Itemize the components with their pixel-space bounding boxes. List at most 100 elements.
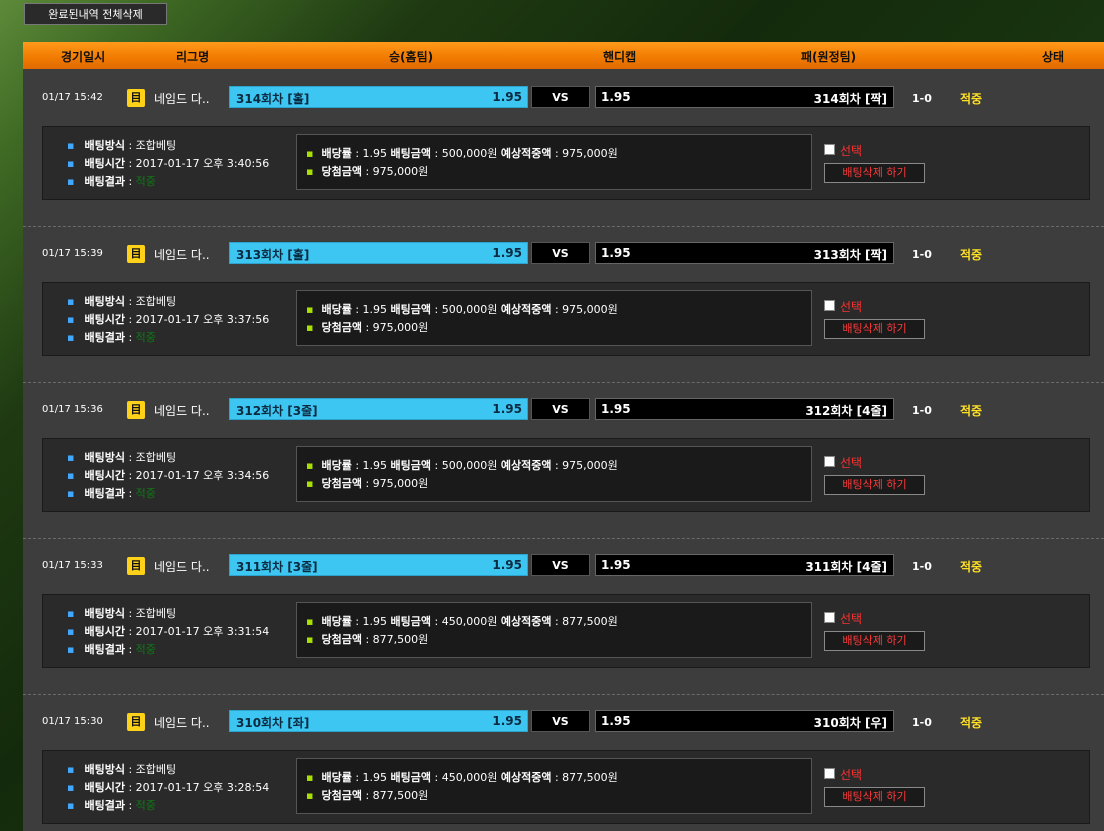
league-icon: 目: [127, 401, 145, 419]
delete-bet-button[interactable]: 배팅삭제 하기: [824, 475, 925, 495]
vs-label: VS: [531, 86, 590, 108]
match-score: 1-0: [912, 248, 932, 261]
match-line: 01/17 15:42 目 네임드 다.. 314회차 [홀] 1.95 VS …: [23, 70, 1104, 126]
match-time: 01/17 15:42: [42, 92, 103, 103]
match-time: 01/17 15:36: [42, 404, 103, 415]
bet-amount: 500,000원: [441, 459, 498, 472]
away-team-button[interactable]: 1.95 310회차 [우]: [595, 710, 894, 732]
select-label: 선택: [840, 768, 863, 782]
bet-result: 적중: [135, 487, 156, 500]
bet-method: 조합베팅: [135, 607, 177, 620]
home-odds: 1.95: [492, 714, 522, 728]
bet-amount: 450,000원: [441, 615, 498, 628]
status-badge: 적중: [960, 92, 983, 106]
away-odds: 1.95: [601, 402, 631, 416]
away-team-button[interactable]: 1.95 313회차 [짝]: [595, 242, 894, 264]
away-team-button[interactable]: 1.95 311회차 [4줄]: [595, 554, 894, 576]
delete-bet-button[interactable]: 배팅삭제 하기: [824, 631, 925, 651]
away-odds: 1.95: [601, 558, 631, 572]
bet-row: 01/17 15:42 目 네임드 다.. 314회차 [홀] 1.95 VS …: [23, 70, 1104, 227]
bet-time: 2017-01-17 오후 3:28:54: [135, 781, 270, 794]
select-label: 선택: [840, 456, 863, 470]
bet-detail: ▪ 배팅방식 : 조합베팅 ▪ 배팅시간 : 2017-01-17 오후 3:37:…: [42, 282, 1090, 356]
status-badge: 적중: [960, 560, 983, 574]
home-team-name: 311회차 [3줄]: [236, 560, 318, 574]
delete-bet-button[interactable]: 배팅삭제 하기: [824, 319, 925, 339]
bet-result: 적중: [135, 331, 156, 344]
select-checkbox[interactable]: [824, 612, 835, 623]
select-checkbox[interactable]: [824, 300, 835, 311]
home-team-button[interactable]: 314회차 [홀] 1.95: [229, 86, 528, 108]
league-name: 네임드 다..: [154, 716, 210, 730]
status-badge: 적중: [960, 248, 983, 262]
bet-amount: 450,000원: [441, 771, 498, 784]
win-amount: 975,000원: [372, 165, 429, 178]
home-team-button[interactable]: 312회차 [3줄] 1.95: [229, 398, 528, 420]
bet-detail: ▪ 배팅방식 : 조합베팅 ▪ 배팅시간 : 2017-01-17 오후 3:28:…: [42, 750, 1090, 824]
select-label: 선택: [840, 300, 863, 314]
select-checkbox[interactable]: [824, 144, 835, 155]
bet-row: 01/17 15:39 目 네임드 다.. 313회차 [홀] 1.95 VS …: [23, 226, 1104, 383]
bet-detail: ▪ 배팅방식 : 조합베팅 ▪ 배팅시간 : 2017-01-17 오후 3:40:…: [42, 126, 1090, 200]
match-score: 1-0: [912, 404, 932, 417]
header-handicap: 핸디캡: [603, 50, 637, 64]
bet-method: 조합베팅: [135, 763, 177, 776]
bet-amount-box: ▪ 배당률 : 1.95 배팅금액 : 500,000원 예상적중액 : 975,…: [296, 290, 812, 346]
away-odds: 1.95: [601, 714, 631, 728]
delete-bet-button[interactable]: 배팅삭제 하기: [824, 787, 925, 807]
away-team-button[interactable]: 1.95 312회차 [4줄]: [595, 398, 894, 420]
select-label: 선택: [840, 612, 863, 626]
vs-label: VS: [531, 710, 590, 732]
home-team-name: 312회차 [3줄]: [236, 404, 318, 418]
league-name: 네임드 다..: [154, 92, 210, 106]
vs-label: VS: [531, 242, 590, 264]
bet-meta: ▪ 배팅방식 : 조합베팅 ▪ 배팅시간 : 2017-01-17 오후 3:31:…: [67, 607, 270, 656]
bet-meta: ▪ 배팅방식 : 조합베팅 ▪ 배팅시간 : 2017-01-17 오후 3:28:…: [67, 763, 270, 812]
bet-amount: 500,000원: [441, 147, 498, 160]
match-score: 1-0: [912, 92, 932, 105]
league-icon: 目: [127, 713, 145, 731]
match-line: 01/17 15:39 目 네임드 다.. 313회차 [홀] 1.95 VS …: [23, 226, 1104, 282]
header-time: 경기일시: [61, 50, 106, 64]
bet-time: 2017-01-17 오후 3:34:56: [135, 469, 270, 482]
match-line: 01/17 15:30 目 네임드 다.. 310회차 [좌] 1.95 VS …: [23, 694, 1104, 750]
bet-detail: ▪ 배팅방식 : 조합베팅 ▪ 배팅시간 : 2017-01-17 오후 3:34:…: [42, 438, 1090, 512]
bet-result: 적중: [135, 643, 156, 656]
table-header: 경기일시 리그명 승(홈팀) 핸디캡 패(원정팀) 상태: [23, 42, 1104, 69]
expected-amount: 877,500원: [562, 615, 618, 628]
vs-label: VS: [531, 554, 590, 576]
bet-rate: 1.95: [362, 303, 388, 316]
select-label: 선택: [840, 144, 863, 158]
home-team-name: 310회차 [좌]: [236, 716, 310, 730]
league-icon: 目: [127, 89, 145, 107]
win-amount: 877,500원: [372, 633, 429, 646]
bet-amount-box: ▪ 배당률 : 1.95 배팅금액 : 450,000원 예상적중액 : 877,…: [296, 602, 812, 658]
league-name: 네임드 다..: [154, 560, 210, 574]
league-name: 네임드 다..: [154, 248, 210, 262]
league-icon: 目: [127, 245, 145, 263]
bet-amount-box: ▪ 배당률 : 1.95 배팅금액 : 450,000원 예상적중액 : 877,…: [296, 758, 812, 814]
home-odds: 1.95: [492, 402, 522, 416]
bet-meta: ▪ 배팅방식 : 조합베팅 ▪ 배팅시간 : 2017-01-17 오후 3:34:…: [67, 451, 270, 500]
vs-label: VS: [531, 398, 590, 420]
home-team-button[interactable]: 313회차 [홀] 1.95: [229, 242, 528, 264]
bet-method: 조합베팅: [135, 295, 177, 308]
match-score: 1-0: [912, 560, 932, 573]
away-team-button[interactable]: 1.95 314회차 [짝]: [595, 86, 894, 108]
home-team-button[interactable]: 310회차 [좌] 1.95: [229, 710, 528, 732]
bet-time: 2017-01-17 오후 3:37:56: [135, 313, 270, 326]
header-home: 승(홈팀): [389, 50, 434, 64]
league-name: 네임드 다..: [154, 404, 210, 418]
bet-amount-box: ▪ 배당률 : 1.95 배팅금액 : 500,000원 예상적중액 : 975,…: [296, 446, 812, 502]
home-team-button[interactable]: 311회차 [3줄] 1.95: [229, 554, 528, 576]
match-score: 1-0: [912, 716, 932, 729]
bet-rate: 1.95: [362, 459, 388, 472]
select-checkbox[interactable]: [824, 768, 835, 779]
expected-amount: 877,500원: [562, 771, 618, 784]
delete-completed-button[interactable]: 완료된내역 전체삭제: [24, 3, 167, 25]
match-line: 01/17 15:36 目 네임드 다.. 312회차 [3줄] 1.95 VS…: [23, 382, 1104, 438]
status-badge: 적중: [960, 404, 983, 418]
bet-rate: 1.95: [362, 771, 388, 784]
delete-bet-button[interactable]: 배팅삭제 하기: [824, 163, 925, 183]
select-checkbox[interactable]: [824, 456, 835, 467]
